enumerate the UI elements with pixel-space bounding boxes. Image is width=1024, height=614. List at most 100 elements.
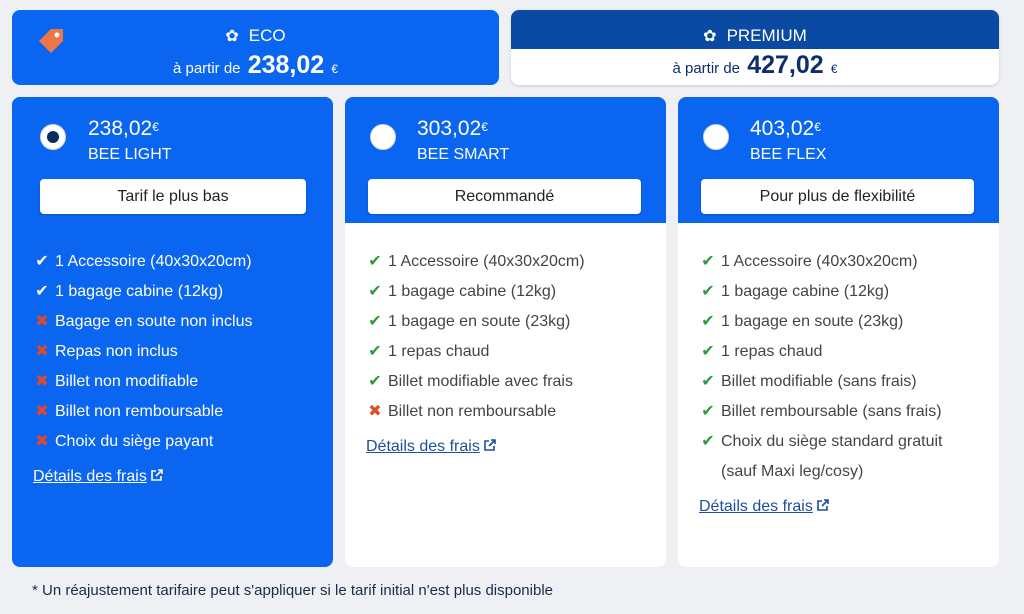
- feature-list: ✔ 1 Accessoire (40x30x20cm) ✔ 1 bagage cabi…: [366, 251, 585, 431]
- feature-item: ✔ 1 bagage cabine (12kg): [366, 281, 585, 311]
- price-prefix: à partir de: [672, 60, 741, 77]
- check-icon: ✔: [701, 283, 715, 300]
- plan-card-bee-flex[interactable]: 403,02€ BEE FLEX Pour plus de flexibilit…: [678, 97, 999, 567]
- plan-price: 403,02€: [750, 117, 821, 140]
- feature-item: ✖ Choix du siège payant: [33, 431, 252, 461]
- feature-item: ✖ Billet non modifiable: [33, 371, 252, 401]
- feature-item: ✔ 1 repas chaud: [699, 341, 942, 371]
- plan-name: BEE FLEX: [750, 146, 827, 163]
- category-eco-name: ECO: [248, 26, 286, 45]
- plan-name: BEE SMART: [417, 146, 510, 163]
- category-premium-name: PREMIUM: [726, 26, 807, 45]
- plan-name: BEE LIGHT: [88, 146, 172, 163]
- category-premium-price: à partir de 427,02 €: [511, 49, 999, 80]
- feature-text: 1 Accessoire (40x30x20cm): [388, 253, 585, 270]
- footnote: * Un réajustement tarifaire peut s'appli…: [32, 582, 554, 599]
- feature-item: ✔ 1 bagage en soute (23kg): [699, 311, 942, 341]
- feature-text: 1 bagage cabine (12kg): [388, 283, 557, 300]
- details-link[interactable]: Détails des frais: [33, 468, 164, 486]
- plan-price: 303,02€: [417, 117, 488, 140]
- check-icon: ✔: [368, 373, 382, 390]
- feature-item: ✔ Choix du siège standard gratuit (sauf Ma…: [699, 431, 942, 491]
- check-icon: ✔: [368, 253, 382, 270]
- check-icon: ✔: [35, 253, 49, 270]
- feature-item: ✔ 1 Accessoire (40x30x20cm): [366, 251, 585, 281]
- feature-text: 1 bagage cabine (12kg): [55, 283, 224, 300]
- feature-item: ✔ 1 repas chaud: [366, 341, 585, 371]
- check-icon: ✔: [368, 343, 382, 360]
- feature-text-cont: (sauf Maxi leg/cosy): [721, 463, 864, 480]
- cross-icon: ✖: [368, 403, 382, 420]
- feature-text: 1 bagage cabine (12kg): [721, 283, 890, 300]
- feature-item: ✔ 1 bagage cabine (12kg): [699, 281, 942, 311]
- feature-item: ✖ Repas non inclus: [33, 341, 252, 371]
- plan-radio-bee-flex[interactable]: [703, 124, 729, 150]
- feature-text: 1 Accessoire (40x30x20cm): [55, 253, 252, 270]
- check-icon: ✔: [701, 433, 715, 450]
- bee-icon: ✿: [225, 28, 239, 45]
- feature-list: ✔ 1 Accessoire (40x30x20cm) ✔ 1 bagage cabi…: [33, 251, 252, 461]
- feature-item: ✖ Billet non remboursable: [33, 401, 252, 431]
- feature-text: Repas non inclus: [55, 343, 178, 360]
- plan-radio-bee-light[interactable]: [40, 124, 66, 150]
- plan-card-bee-light[interactable]: 238,02€ BEE LIGHT Tarif le plus bas ✔ 1 A…: [12, 97, 333, 567]
- details-link[interactable]: Détails des frais: [699, 498, 830, 516]
- plan-card-bee-smart[interactable]: 303,02€ BEE SMART Recommandé ✔ 1 Accessoi…: [345, 97, 666, 567]
- feature-text: 1 bagage en soute (23kg): [388, 313, 571, 330]
- tag-icon: [39, 29, 63, 53]
- check-icon: ✔: [701, 313, 715, 330]
- feature-item: ✔ Billet remboursable (sans frais): [699, 401, 942, 431]
- feature-text: Choix du siège standard gratuit: [721, 433, 943, 450]
- feature-item: ✖ Bagage en soute non inclus: [33, 311, 252, 341]
- check-icon: ✔: [701, 403, 715, 420]
- feature-text: Bagage en soute non inclus: [55, 313, 253, 330]
- cross-icon: ✖: [35, 433, 49, 450]
- cross-icon: ✖: [35, 403, 49, 420]
- check-icon: ✔: [701, 253, 715, 270]
- external-link-icon: [484, 439, 496, 451]
- feature-item: ✔ Billet modifiable (sans frais): [699, 371, 942, 401]
- feature-item: ✔ 1 bagage cabine (12kg): [33, 281, 252, 311]
- feature-text: Choix du siège payant: [55, 433, 214, 450]
- category-eco-price: à partir de 238,02 €: [12, 49, 499, 80]
- bee-icon: ✿: [703, 28, 717, 45]
- price-prefix: à partir de: [172, 60, 241, 77]
- external-link-icon: [151, 469, 163, 481]
- feature-text: Billet modifiable avec frais: [388, 373, 573, 390]
- cross-icon: ✖: [35, 373, 49, 390]
- category-premium[interactable]: ✿ PREMIUM à partir de 427,02 €: [511, 10, 999, 85]
- check-icon: ✔: [35, 283, 49, 300]
- feature-item: ✔ 1 Accessoire (40x30x20cm): [699, 251, 942, 281]
- feature-item: ✔ 1 Accessoire (40x30x20cm): [33, 251, 252, 281]
- feature-text: Billet non remboursable: [388, 403, 557, 420]
- check-icon: ✔: [701, 343, 715, 360]
- feature-text: Billet modifiable (sans frais): [721, 373, 917, 390]
- plan-price: 238,02€: [88, 117, 159, 140]
- feature-item: ✔ 1 bagage en soute (23kg): [366, 311, 585, 341]
- feature-text: 1 bagage en soute (23kg): [721, 313, 904, 330]
- plan-badge: Pour plus de flexibilité: [701, 179, 974, 214]
- feature-text: Billet non modifiable: [55, 373, 199, 390]
- feature-list: ✔ 1 Accessoire (40x30x20cm) ✔ 1 bagage cabi…: [699, 251, 942, 491]
- feature-text: 1 repas chaud: [388, 343, 490, 360]
- check-icon: ✔: [701, 373, 715, 390]
- external-link-icon: [817, 499, 829, 511]
- feature-text: 1 Accessoire (40x30x20cm): [721, 253, 918, 270]
- feature-text: Billet remboursable (sans frais): [721, 403, 942, 420]
- price-value: 427,02: [747, 51, 824, 79]
- feature-item: ✖ Billet non remboursable: [366, 401, 585, 431]
- price-currency: €: [331, 62, 339, 76]
- feature-text: Billet non remboursable: [55, 403, 224, 420]
- plan-badge: Recommandé: [368, 179, 641, 214]
- price-value: 238,02: [247, 51, 325, 79]
- cross-icon: ✖: [35, 343, 49, 360]
- check-icon: ✔: [368, 283, 382, 300]
- plan-radio-bee-smart[interactable]: [370, 124, 396, 150]
- price-currency: €: [830, 62, 838, 76]
- feature-item: ✔ Billet modifiable avec frais: [366, 371, 585, 401]
- plan-badge: Tarif le plus bas: [40, 179, 306, 214]
- feature-text: 1 repas chaud: [721, 343, 823, 360]
- category-eco[interactable]: ✿ ECO à partir de 238,02 €: [12, 10, 499, 85]
- cross-icon: ✖: [35, 313, 49, 330]
- details-link[interactable]: Détails des frais: [366, 438, 497, 456]
